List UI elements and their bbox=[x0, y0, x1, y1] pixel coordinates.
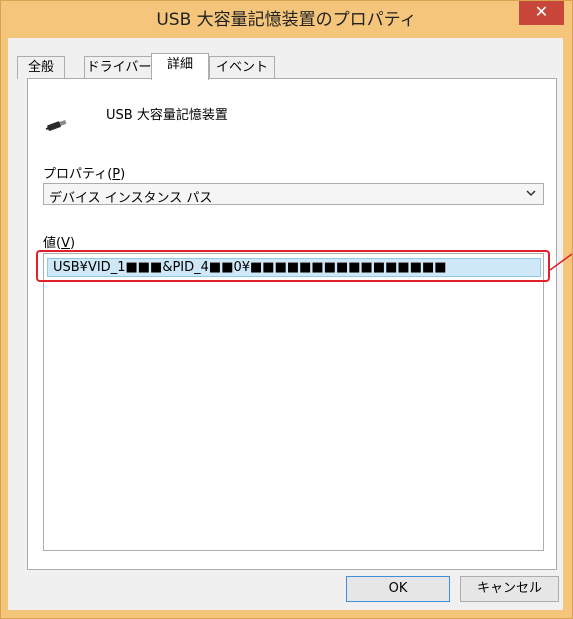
chevron-down-icon bbox=[526, 190, 536, 197]
window-title: USB 大容量記憶装置のプロパティ bbox=[156, 10, 417, 30]
tab-general[interactable]: 全般 bbox=[17, 56, 65, 79]
value-label: 値(V) bbox=[43, 236, 76, 251]
tab-events[interactable]: イベント bbox=[209, 56, 275, 79]
usb-plug-icon bbox=[45, 119, 67, 131]
tab-details[interactable]: 詳細 bbox=[151, 53, 209, 80]
tab-driver[interactable]: ドライバー bbox=[84, 56, 154, 79]
annotation-callout-line bbox=[549, 253, 573, 271]
device-name: USB 大容量記憶装置 bbox=[106, 108, 228, 123]
property-label: プロパティ(P) bbox=[43, 167, 126, 182]
property-select-value: デバイス インスタンス パス bbox=[49, 191, 213, 206]
annotation-highlight-box bbox=[36, 250, 550, 282]
close-button[interactable]: ✕ bbox=[519, 1, 564, 25]
ok-button[interactable]: OK bbox=[346, 576, 450, 602]
property-select[interactable]: デバイス インスタンス パス bbox=[43, 183, 544, 206]
cancel-button[interactable]: キャンセル bbox=[460, 576, 559, 602]
value-list[interactable]: USB¥VID_1■■■&PID_4■■0¥■■■■■■■■■■■■■■■■ bbox=[43, 253, 544, 551]
